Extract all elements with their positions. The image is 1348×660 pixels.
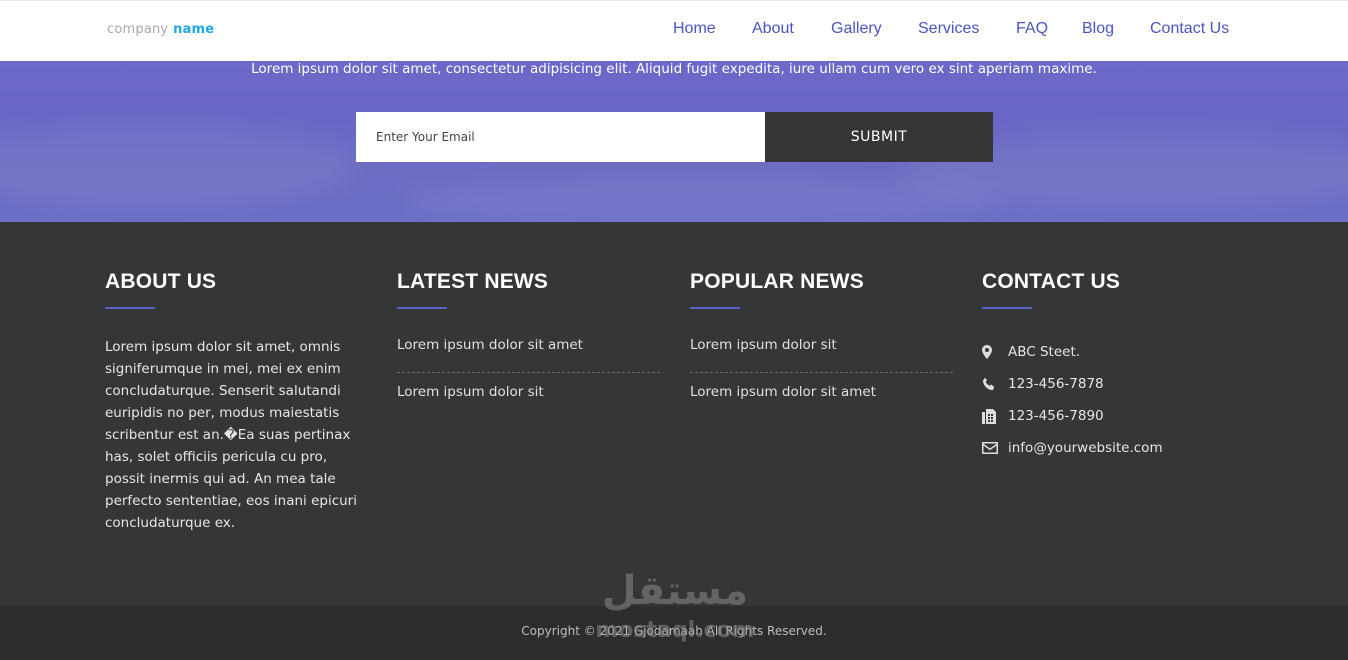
logo-word-company: company: [107, 22, 169, 37]
popular-news-item[interactable]: Lorem ipsum dolor sit amet: [690, 373, 953, 412]
nav-services[interactable]: Services: [918, 20, 979, 38]
email-input[interactable]: [356, 112, 765, 162]
subscribe-description: Lorem ipsum dolor sit amet, consectetur …: [251, 61, 1097, 77]
copyright-text: Copyright © 2021 Gjodamaah All Rights Re…: [521, 624, 827, 638]
envelope-icon: [982, 442, 1004, 454]
latest-news-list: Lorem ipsum dolor sit amet Lorem ipsum d…: [397, 334, 660, 412]
title-underline: [982, 307, 1032, 309]
footer-popular-news: POPULAR NEWS Lorem ipsum dolor sit Lorem…: [690, 270, 953, 412]
latest-news-item[interactable]: Lorem ipsum dolor sit: [397, 373, 660, 412]
popular-news-item[interactable]: Lorem ipsum dolor sit: [690, 334, 953, 373]
popular-news-list: Lorem ipsum dolor sit Lorem ipsum dolor …: [690, 334, 953, 412]
nav-blog[interactable]: Blog: [1082, 20, 1114, 38]
fax-icon: [982, 408, 1004, 424]
latest-news-item[interactable]: Lorem ipsum dolor sit amet: [397, 334, 660, 373]
contact-address: ABC Steet.: [982, 336, 1163, 368]
footer-about-text: Lorem ipsum dolor sit amet, omnis signif…: [105, 339, 357, 531]
subscribe-section: Lorem ipsum dolor sit amet, consectetur …: [0, 61, 1348, 222]
footer-contact-title: CONTACT US: [982, 270, 1121, 293]
nav-contact-us[interactable]: Contact Us: [1150, 20, 1229, 38]
copyright-bar: Copyright © 2021 Gjodamaah All Rights Re…: [0, 606, 1348, 660]
site-header: company name Home About Gallery Services…: [0, 0, 1348, 61]
footer-popular-news-title: POPULAR NEWS: [690, 270, 864, 293]
contact-phone: 123-456-7878: [982, 368, 1163, 400]
footer-latest-news-title: LATEST NEWS: [397, 270, 549, 293]
contact-fax-text: 123-456-7890: [1008, 408, 1104, 424]
map-marker-icon: [982, 345, 1004, 359]
contact-email-text[interactable]: info@yourwebsite.com: [1008, 440, 1163, 456]
nav-faq[interactable]: FAQ: [1016, 20, 1048, 38]
footer-about-title: ABOUT US: [105, 270, 217, 293]
footer-contact: CONTACT US ABC Steet. 123-456-7878 123-4…: [982, 270, 1163, 464]
contact-phone-text: 123-456-7878: [1008, 376, 1104, 392]
contact-list: ABC Steet. 123-456-7878 123-456-7890 inf…: [982, 336, 1163, 464]
contact-email: info@yourwebsite.com: [982, 432, 1163, 464]
nav-about[interactable]: About: [752, 20, 794, 38]
title-underline: [397, 307, 447, 309]
nav-home[interactable]: Home: [673, 20, 716, 38]
contact-fax: 123-456-7890: [982, 400, 1163, 432]
phone-icon: [982, 377, 1004, 391]
footer-latest-news: LATEST NEWS Lorem ipsum dolor sit amet L…: [397, 270, 660, 412]
title-underline: [105, 307, 155, 309]
contact-address-text: ABC Steet.: [1008, 344, 1081, 360]
footer-about: ABOUT US Lorem ipsum dolor sit amet, omn…: [105, 270, 363, 534]
nav-gallery[interactable]: Gallery: [831, 20, 882, 38]
submit-button[interactable]: SUBMIT: [765, 112, 993, 162]
logo-word-name: name: [173, 22, 215, 37]
logo[interactable]: company name: [107, 22, 214, 37]
title-underline: [690, 307, 740, 309]
